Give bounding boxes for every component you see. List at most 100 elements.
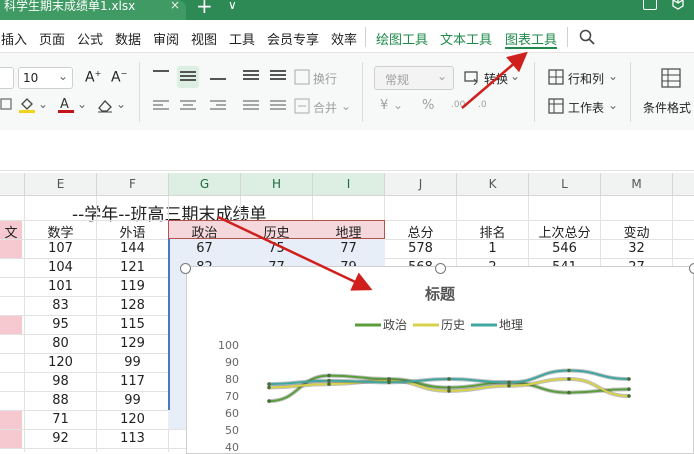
table-cell[interactable]: 32 — [601, 241, 672, 256]
convert-label[interactable]: 转换 — [484, 70, 508, 87]
percent-icon[interactable]: % — [422, 98, 434, 113]
border-icon[interactable] — [0, 97, 12, 113]
menu-efficiency[interactable]: 效率 — [331, 29, 357, 48]
close-tab-icon[interactable]: × — [170, 0, 180, 12]
table-cell[interactable]: 92 — [25, 431, 96, 446]
wrap-label[interactable]: 换行 — [313, 70, 337, 87]
header-cell[interactable]: 总分 — [385, 222, 456, 241]
column-header-j[interactable]: J — [385, 173, 457, 195]
header-cell[interactable]: 上次总分 — [529, 222, 600, 241]
chevron-down-icon[interactable]: ⌄ — [77, 97, 87, 111]
resize-handle[interactable] — [180, 263, 191, 274]
data-point[interactable] — [267, 399, 271, 403]
chevron-down-icon[interactable]: ⌄ — [608, 69, 618, 83]
menu-formula[interactable]: 公式 — [77, 29, 103, 48]
data-point[interactable] — [627, 394, 631, 398]
menu-page[interactable]: 页面 — [39, 29, 65, 48]
legend-label[interactable]: 政治 — [383, 318, 407, 332]
table-cell[interactable]: 144 — [97, 241, 168, 256]
align-justify-icon[interactable] — [243, 70, 259, 84]
table-cell[interactable]: 1 — [457, 241, 528, 256]
tab-text-tools[interactable]: 文本工具 — [440, 29, 492, 48]
highlighted-cell[interactable] — [0, 240, 22, 258]
table-cell[interactable]: 104 — [25, 260, 96, 275]
column-header-l[interactable]: L — [529, 173, 601, 195]
menu-tools[interactable]: 工具 — [229, 29, 255, 48]
table-cell[interactable]: 128 — [97, 298, 168, 313]
table-cell[interactable]: 71 — [25, 412, 96, 427]
merge-icon[interactable] — [294, 98, 310, 114]
table-cell[interactable]: 117 — [97, 374, 168, 389]
font-name-select[interactable] — [0, 67, 14, 89]
currency-icon[interactable]: ¥ — [380, 98, 388, 113]
align-bottom-icon[interactable] — [210, 70, 226, 84]
header-cell[interactable]: 外语 — [97, 222, 168, 241]
convert-icon[interactable] — [462, 69, 480, 85]
table-cell[interactable]: 113 — [97, 431, 168, 446]
resize-handle[interactable] — [689, 263, 694, 274]
table-cell[interactable]: 77 — [313, 241, 384, 256]
column-header-k[interactable]: K — [457, 173, 529, 195]
data-point[interactable] — [447, 385, 451, 390]
highlighted-cell[interactable] — [0, 430, 22, 448]
column-header-e[interactable]: E — [25, 173, 97, 195]
column-header-f[interactable]: F — [97, 173, 169, 195]
table-cell[interactable]: 101 — [25, 279, 96, 294]
header-cell[interactable]: 数学 — [25, 222, 96, 241]
table-cell[interactable]: 83 — [25, 298, 96, 313]
table-cell[interactable]: 546 — [529, 241, 600, 256]
table-cell[interactable]: 107 — [25, 241, 96, 256]
align-middle-button[interactable] — [177, 66, 199, 88]
data-point[interactable] — [267, 382, 271, 386]
partial-header-cell[interactable]: 文 — [0, 222, 22, 241]
chart-container[interactable]: 标题 政治 历史 地理 100 90 80 70 60 50 40 — [186, 266, 694, 454]
chevron-down-icon[interactable]: ∨ — [228, 0, 237, 12]
column-header-g[interactable]: G — [169, 173, 241, 195]
decrease-decimal-icon[interactable]: .0 — [478, 100, 487, 110]
tab-drawing-tools[interactable]: 绘图工具 — [376, 29, 428, 48]
outdent-icon[interactable] — [270, 100, 286, 114]
decrease-font-icon[interactable]: A− — [111, 69, 127, 86]
worksheet-label[interactable]: 工作表 — [568, 99, 604, 116]
table-cell[interactable]: 95 — [25, 317, 96, 332]
worksheet-icon[interactable] — [548, 98, 564, 114]
menu-view[interactable]: 视图 — [191, 29, 217, 48]
file-tab[interactable]: 科学生期末成绩单1.xlsx × — [0, 0, 186, 20]
plot-area[interactable] — [267, 368, 631, 404]
header-cell[interactable]: 政治 — [169, 222, 240, 241]
menu-review[interactable]: 审阅 — [153, 29, 179, 48]
align-top-icon[interactable] — [153, 70, 169, 84]
chevron-down-icon[interactable]: ⌄ — [608, 98, 618, 112]
table-cell[interactable]: 75 — [241, 241, 312, 256]
rows-cols-icon[interactable] — [548, 69, 564, 85]
data-point[interactable] — [627, 377, 631, 381]
line-chart[interactable]: 标题 政治 历史 地理 100 90 80 70 60 50 40 — [187, 267, 693, 453]
chevron-down-icon[interactable]: ⌄ — [341, 99, 351, 113]
column-header-d[interactable] — [0, 173, 25, 195]
data-point[interactable] — [327, 378, 331, 383]
table-cell[interactable]: 80 — [25, 336, 96, 351]
merge-label[interactable]: 合并 — [313, 99, 337, 116]
table-cell[interactable]: 120 — [25, 355, 96, 370]
table-cell[interactable]: 129 — [97, 336, 168, 351]
increase-decimal-icon[interactable]: .00 — [451, 100, 465, 110]
legend-label[interactable]: 地理 — [499, 318, 523, 332]
search-icon[interactable] — [579, 29, 595, 45]
table-cell[interactable]: 67 — [169, 241, 240, 256]
data-point[interactable] — [327, 382, 331, 386]
align-right-icon[interactable] — [210, 100, 226, 114]
conditional-format-label[interactable]: 条件格式 — [643, 99, 691, 116]
rows-cols-label[interactable]: 行和列 — [568, 70, 604, 87]
indent-icon[interactable] — [270, 70, 286, 84]
wrap-text-icon[interactable] — [294, 69, 310, 85]
align-center-icon[interactable] — [180, 100, 196, 114]
column-header-i[interactable]: I — [313, 173, 385, 195]
resize-handle[interactable] — [435, 263, 446, 274]
table-cell[interactable]: 119 — [97, 279, 168, 294]
menu-member[interactable]: 会员专享 — [267, 29, 319, 48]
table-cell[interactable]: 99 — [97, 355, 168, 370]
data-point[interactable] — [507, 384, 511, 388]
cube-icon[interactable] — [672, 0, 684, 10]
number-format-select[interactable]: 常规 ⌄ — [374, 66, 454, 90]
formula-bar[interactable] — [0, 130, 694, 171]
